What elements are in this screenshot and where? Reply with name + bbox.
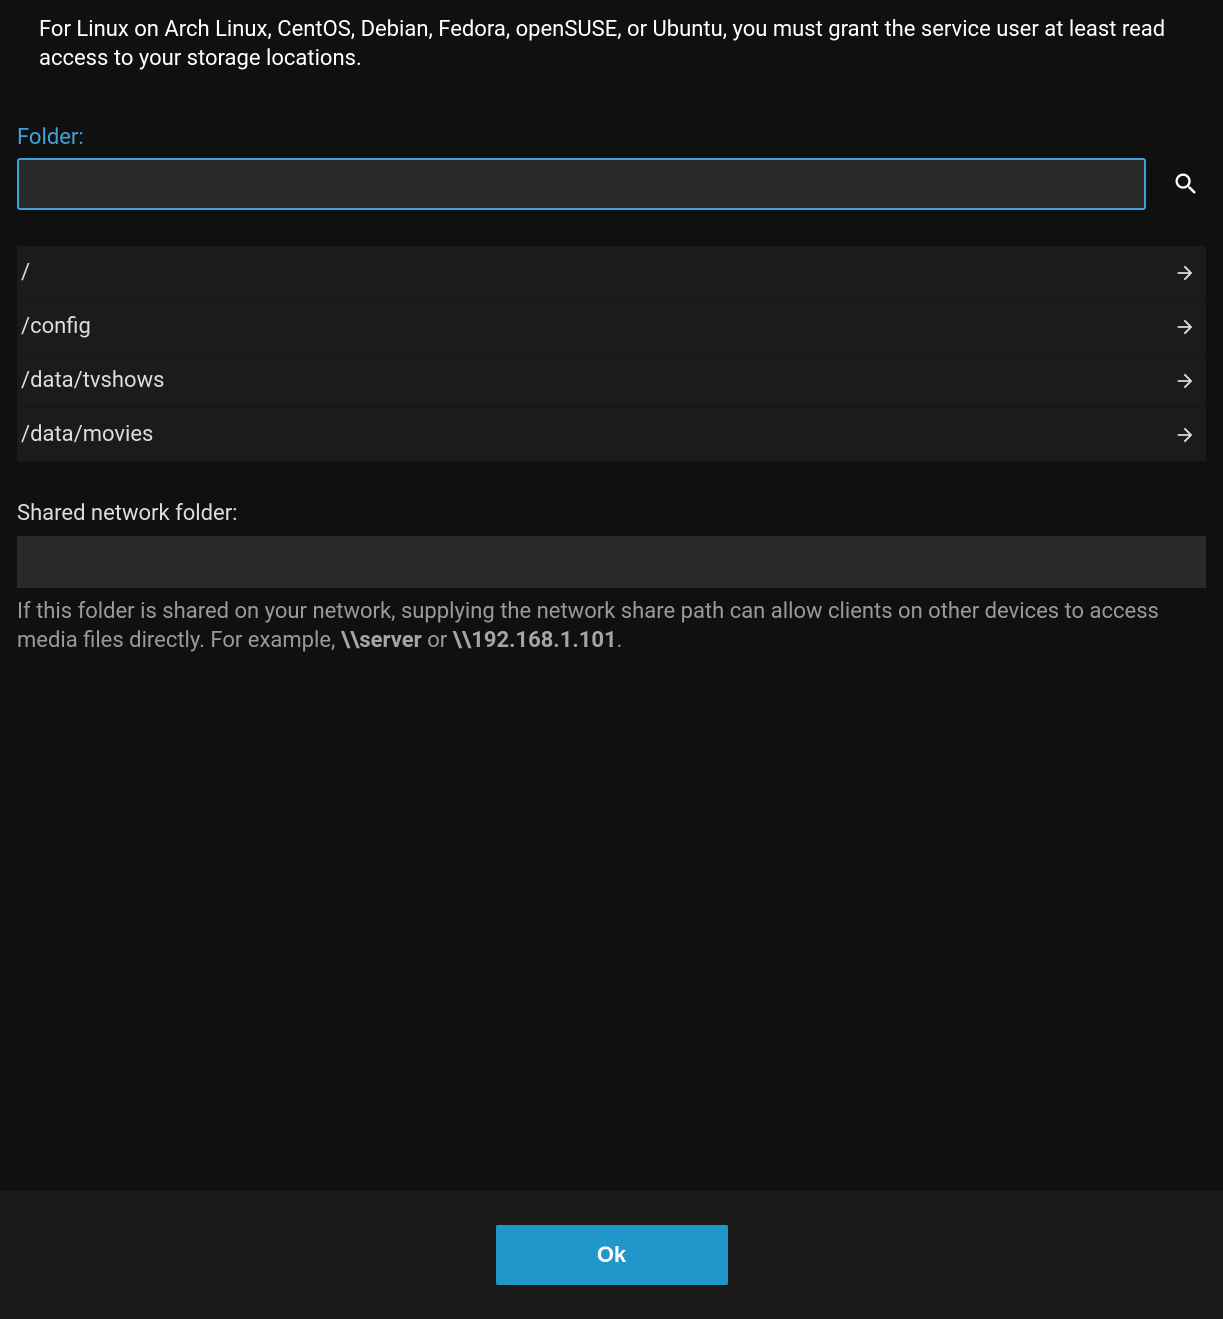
folder-input-row <box>17 158 1206 210</box>
folder-item-tvshows[interactable]: /data/tvshows <box>17 354 1206 408</box>
network-help-text: If this folder is shared on your network… <box>17 598 1206 655</box>
arrow-right-icon <box>1174 262 1196 284</box>
folder-item-label: /data/movies <box>21 422 153 447</box>
folder-item-label: / <box>21 260 30 285</box>
folder-item-label: /data/tvshows <box>21 368 164 393</box>
folder-input[interactable] <box>17 158 1146 210</box>
intro-text: For Linux on Arch Linux, CentOS, Debian,… <box>17 16 1206 73</box>
search-icon <box>1172 170 1200 198</box>
folder-item-label: /config <box>21 314 91 339</box>
search-button[interactable] <box>1166 164 1206 204</box>
network-label: Shared network folder: <box>17 501 1206 526</box>
arrow-right-icon <box>1174 370 1196 392</box>
folder-item-movies[interactable]: /data/movies <box>17 408 1206 461</box>
folder-item-config[interactable]: /config <box>17 300 1206 354</box>
folder-label: Folder: <box>17 125 1206 150</box>
dialog-footer: Ok <box>0 1191 1223 1319</box>
ok-button[interactable]: Ok <box>496 1225 728 1285</box>
network-input[interactable] <box>17 536 1206 588</box>
folder-list: / /config /data/tvshows /data/movies <box>17 246 1206 461</box>
arrow-right-icon <box>1174 316 1196 338</box>
arrow-right-icon <box>1174 424 1196 446</box>
folder-item-root[interactable]: / <box>17 246 1206 300</box>
